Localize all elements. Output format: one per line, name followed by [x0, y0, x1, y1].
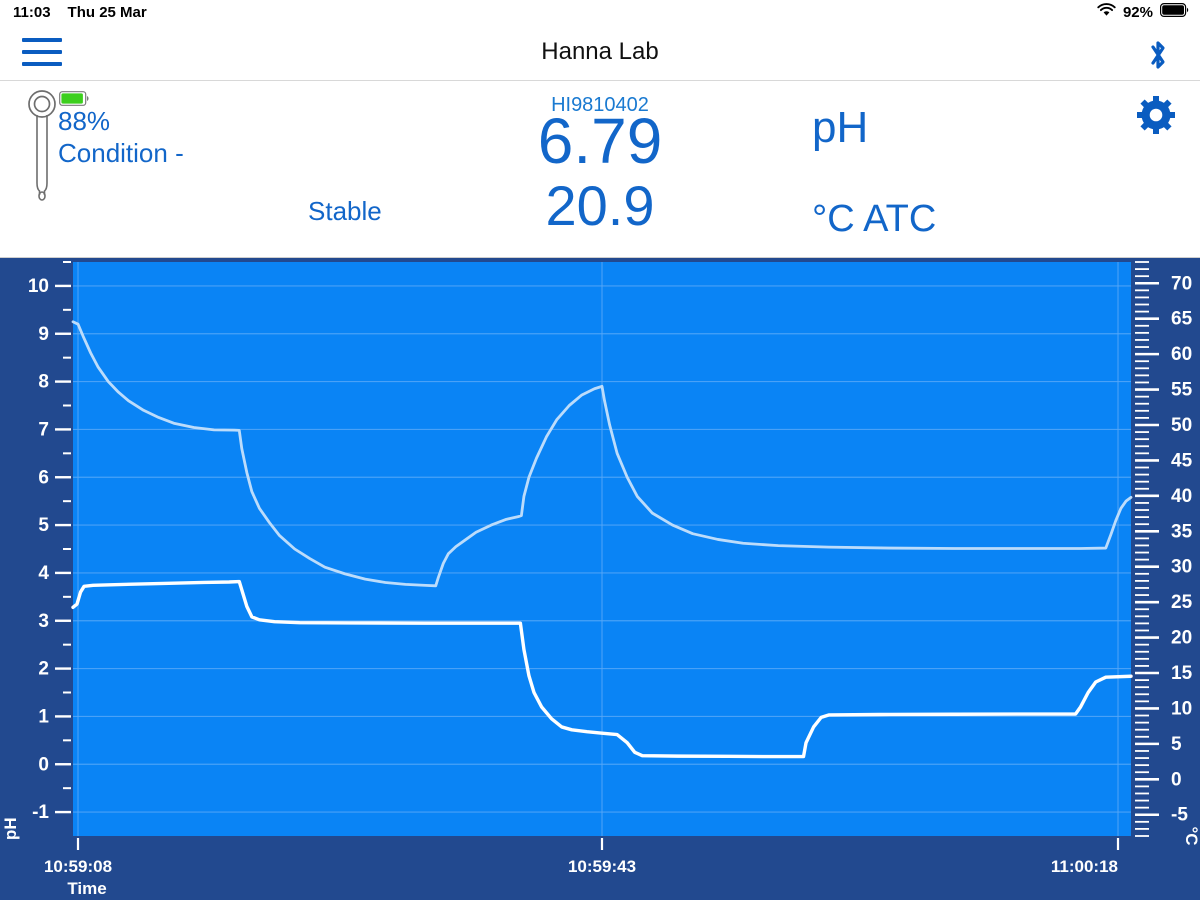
axis-tick-label-right: 40 — [1171, 486, 1192, 507]
axis-tick-label-right: 60 — [1171, 344, 1192, 365]
status-bar-battery-percent: 92% — [1122, 3, 1153, 21]
axis-tick-label-x: 11:00:18 — [1051, 857, 1118, 876]
stability-status: Stable — [308, 196, 382, 226]
axis-tick-label-right: 25 — [1171, 592, 1193, 613]
chart-canvas: -1012345678910pH-50510152025303540455055… — [1, 261, 1200, 898]
temperature-reading-value: 20.9 — [545, 174, 655, 237]
axis-tick-label-right: 70 — [1171, 273, 1192, 294]
axis-tick-label-right: 35 — [1171, 521, 1193, 542]
axis-label-celsius: °C — [1182, 826, 1200, 845]
axis-left: -1 0 1 2 3 4 5 6 7 8 9 10 pH — [1, 261, 71, 840]
status-bar: 11:03 Thu 25 Mar 92% — [0, 0, 1200, 24]
axis-tick-label-left: 9 — [38, 324, 49, 345]
status-bar-date: Thu 25 Mar — [67, 3, 147, 21]
axis-tick-label-left: 5 — [38, 515, 49, 536]
axis-tick-label-right: 5 — [1171, 734, 1182, 755]
axis-tick-label-right: 10 — [1171, 698, 1192, 719]
axis-right: -5 0 5 10 15 20 25 30 35 40 45 50 55 60 65 70 °C — [1135, 261, 1200, 846]
axis-tick-label-left: 3 — [38, 611, 49, 632]
axis-tick-label-left: 0 — [38, 754, 49, 775]
axis-tick-label-left: 10 — [28, 276, 49, 297]
axis-tick-label-right: 65 — [1171, 309, 1193, 330]
bluetooth-icon[interactable] — [1146, 38, 1170, 77]
axis-label-time: Time — [67, 879, 106, 898]
page-title: Hanna Lab — [541, 38, 659, 65]
axis-tick-label-right: 20 — [1171, 628, 1192, 649]
axis-tick-label-right: -5 — [1171, 805, 1188, 826]
axis-tick-label-left: -1 — [32, 802, 49, 823]
axis-tick-label-left: 8 — [38, 372, 49, 393]
axis-label-ph: pH — [1, 817, 20, 840]
battery-icon — [1160, 3, 1189, 21]
status-bar-right-group: 92% — [1097, 3, 1189, 21]
axis-x: 10:59:08 10:59:43 11:00:18 Time — [44, 838, 1120, 898]
gear-icon[interactable] — [1136, 95, 1176, 140]
app-root: 11:03 Thu 25 Mar 92% Hanna Lab 88% Condi… — [0, 0, 1200, 900]
axis-tick-label-left: 6 — [38, 467, 49, 488]
navigation-bar: Hanna Lab — [0, 24, 1200, 81]
axis-tick-label-right: 30 — [1171, 557, 1192, 578]
axis-tick-label-x: 10:59:08 — [44, 857, 112, 876]
axis-tick-label-right: 15 — [1171, 663, 1193, 684]
axis-tick-label-right: 0 — [1171, 769, 1182, 790]
ph-unit-label: pH — [812, 103, 869, 152]
axis-tick-label-left: 4 — [38, 563, 49, 584]
trend-chart[interactable]: -1 0 1 2 3 4 5 6 7 8 9 10 pH -5 0 5 10 15 20 25 30 35 40 45 50 55… — [0, 258, 1200, 900]
status-bar-time: 11:03 — [13, 3, 51, 21]
temperature-unit-label: °C ATC — [812, 198, 937, 240]
axis-tick-label-left: 2 — [38, 659, 49, 680]
axis-tick-label-left: 7 — [38, 419, 49, 440]
axis-tick-label-right: 50 — [1171, 415, 1192, 436]
axis-tick-label-x: 10:59:43 — [568, 857, 636, 876]
measurement-panel: 88% Condition - Stable HI9810402 6.79 20… — [0, 81, 1200, 258]
probe-condition: Condition - — [58, 138, 184, 168]
ph-reading-value: 6.79 — [537, 105, 663, 177]
axis-tick-label-right: 45 — [1171, 450, 1193, 471]
wifi-icon — [1097, 3, 1116, 21]
axis-tick-label-right: 55 — [1171, 380, 1193, 401]
axis-tick-label-left: 1 — [38, 706, 49, 727]
